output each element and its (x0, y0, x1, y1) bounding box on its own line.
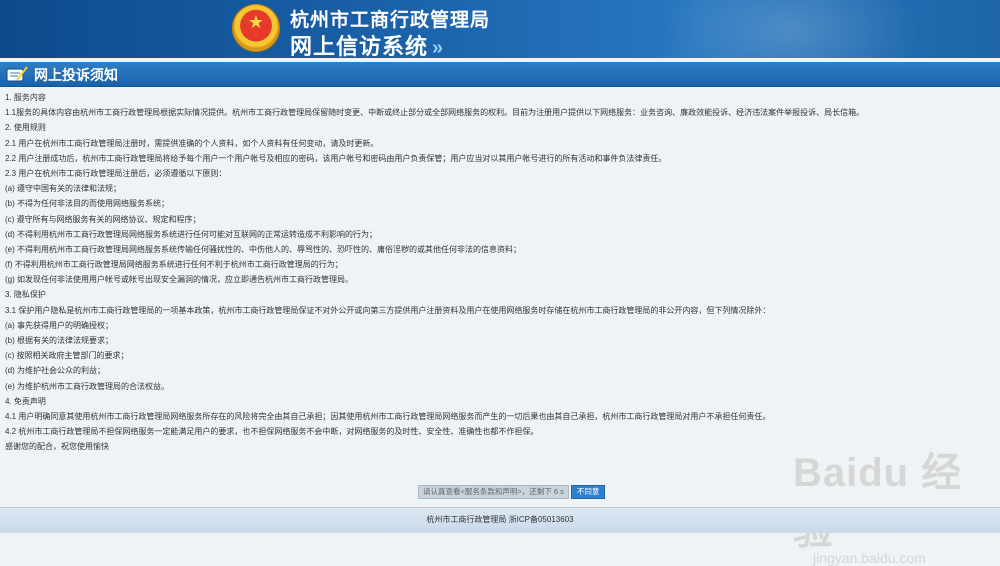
terms-line: 4.1 用户明确同意其使用杭州市工商行政管理局网络服务所存在的风险将完全由其自己… (5, 411, 771, 421)
terms-line: (a) 遵守中国有关的法律和法规； (5, 184, 121, 194)
terms-line: 4.2 杭州市工商行政管理局不担保网络服务一定能满足用户的要求，也不担保网络服务… (5, 427, 539, 437)
terms-content: 1. 服务内容 1.1服务的具体内容由杭州市工商行政管理局根据实际情况提供。杭州市… (0, 90, 1000, 455)
terms-line: (b) 根据有关的法律法规要求； (5, 336, 113, 345)
section-title: 网上投诉须知 (34, 67, 118, 83)
site-subtitle-text: 网上信访系统 (290, 34, 429, 58)
terms-line: 1.1服务的具体内容由杭州市工商行政管理局根据实际情况提供。杭州市工商行政管理局… (5, 108, 865, 118)
terms-line: (c) 按照相关政府主管部门的要求； (5, 351, 129, 361)
watermark-url: jingyan.baidu.com (813, 550, 926, 566)
terms-line: (g) 如发现任何非法使用用户帐号或帐号出现安全漏洞的情况，应立即通告杭州市工商… (5, 275, 353, 285)
terms-line: 2.3 用户在杭州市工商行政管理局注册后，必须遵循以下原则： (5, 168, 227, 178)
disagree-button[interactable]: 不同意 (570, 484, 606, 499)
site-header: ★ 杭州市工商行政管理局 网上信访系统» (0, 0, 1000, 58)
notebook-pen-icon (6, 66, 28, 82)
double-chevron-icon: » (432, 37, 445, 58)
terms-line: (f) 不得利用杭州市工商行政管理局网络服务系统进行任何不利于杭州市工商行政管理… (5, 260, 343, 270)
terms-line: 2.1 用户在杭州市工商行政管理局注册时，需提供准确的个人资料，如个人资料有任何… (5, 138, 379, 148)
site-title: 杭州市工商行政管理局 (290, 10, 491, 31)
site-footer: 杭州市工商行政管理局 浙ICP备05013603 (0, 507, 1000, 533)
header-glow (660, 0, 920, 58)
terms-line: (b) 不得为任何非法目的而使用网络服务系统； (5, 199, 169, 209)
terms-line: (d) 不得利用杭州市工商行政管理局网络服务系统进行任何可能对互联网的正常运转造… (5, 229, 377, 239)
watermark-brand: Baidu 经验 (793, 451, 963, 553)
terms-line: 1. 服务内容 (5, 93, 46, 102)
terms-line: 3.1 保护用户隐私是杭州市工商行政管理局的一项基本政策，杭州市工商行政管理局保… (5, 305, 771, 315)
terms-line: (a) 事先获得用户的明确授权； (5, 320, 113, 330)
agree-countdown-button[interactable]: 请认真查看<服务条款和声明>，还剩下 6 s (418, 484, 569, 499)
terms-line: 3. 隐私保护 (5, 290, 46, 300)
site-subtitle: 网上信访系统» (290, 29, 444, 58)
terms-line: 2.2 用户注册成功后，杭州市工商行政管理局将给予每个用户一个用户帐号及相应的密… (5, 153, 667, 163)
national-emblem-icon: ★ (232, 4, 280, 52)
section-bar: 网上投诉须知 (0, 62, 1000, 87)
terms-line: 感谢您的配合，祝您使用愉快 (5, 442, 109, 452)
terms-line: 2. 使用规则 (5, 123, 46, 133)
terms-line: 4. 免责声明 (5, 396, 46, 406)
action-row: 请认真查看<服务条款和声明>，还剩下 6 s 不同意 (418, 484, 606, 499)
terms-line: (e) 不得利用杭州市工商行政管理局网络服务系统传输任何骚扰性的、中伤他人的、辱… (5, 244, 521, 254)
terms-line: (d) 为维护社会公众的利益； (5, 366, 105, 376)
terms-line: (e) 为维护杭州市工商行政管理局的合法权益。 (5, 381, 169, 391)
terms-line: (c) 遵守所有与网络服务有关的网络协议、规定和程序； (5, 214, 201, 224)
